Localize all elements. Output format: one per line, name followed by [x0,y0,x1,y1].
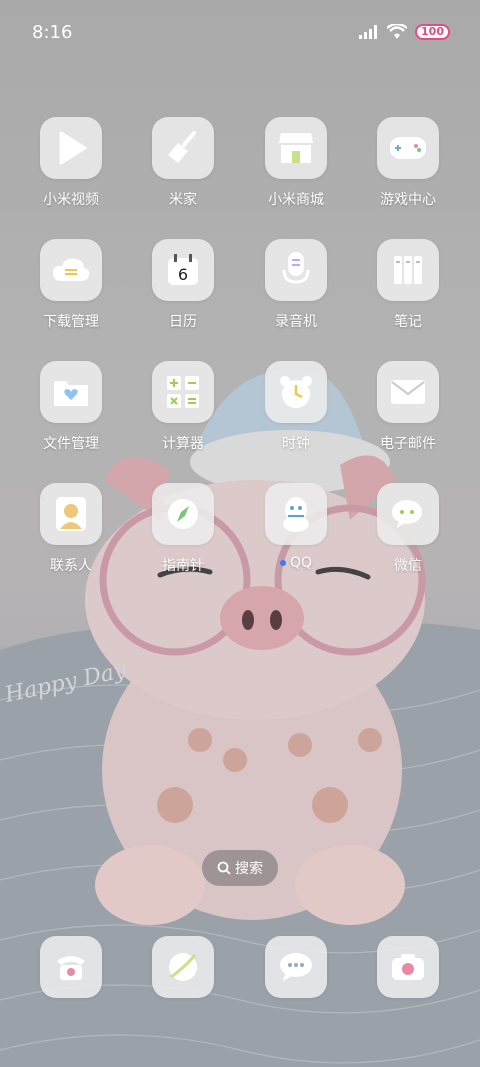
microphone-icon [265,239,327,301]
app-download-manager[interactable]: 下载管理 [15,239,127,331]
store-icon [265,117,327,179]
search-button[interactable]: 搜索 [202,850,278,886]
app-email[interactable]: 电子邮件 [352,361,464,453]
compass-icon [152,483,214,545]
app-qq[interactable]: QQ [240,483,352,571]
app-mi-store[interactable]: 小米商城 [240,117,352,209]
app-recorder[interactable]: 录音机 [240,239,352,331]
battery-indicator: 100 [415,24,450,40]
app-label: 下载管理 [43,314,99,330]
app-label: 指南针 [162,558,204,574]
wifi-icon [387,24,408,39]
wechat-icon [377,483,439,545]
app-notes[interactable]: 笔记 [352,239,464,331]
browser-icon [152,936,214,998]
app-calculator[interactable]: 计算器 [127,361,239,453]
gamepad-icon [377,117,439,179]
app-contacts[interactable]: 联系人 [15,483,127,575]
home-screen: Happy Day 8:16 100 小米视频 米家 小米商城 游戏中心 下载管… [0,0,480,1067]
app-label: 录音机 [275,314,317,330]
message-icon [265,936,327,998]
app-label: 时钟 [282,436,310,452]
app-clock[interactable]: 时钟 [240,361,352,453]
app-label: 计算器 [162,436,204,452]
dock-messages[interactable] [240,936,352,998]
app-label: 小米商城 [268,192,324,208]
dock-phone[interactable] [15,936,127,998]
app-file-manager[interactable]: 文件管理 [15,361,127,453]
app-label: 微信 [394,558,422,574]
app-label: 笔记 [394,314,422,330]
contact-person-icon [40,483,102,545]
status-time: 8:16 [32,22,73,43]
app-label: 游戏中心 [380,192,436,208]
app-label: 联系人 [50,558,92,574]
notes-icon [377,239,439,301]
app-calendar[interactable]: 6 日历 [127,239,239,331]
cloud-download-icon [40,239,102,301]
app-mi-video[interactable]: 小米视频 [15,117,127,209]
notification-dot [279,560,286,566]
calculator-icon [152,361,214,423]
app-compass[interactable]: 指南针 [127,483,239,575]
folder-heart-icon [40,361,102,423]
app-label: QQ [289,555,313,571]
signal-icon [359,25,378,39]
envelope-icon [377,361,439,423]
status-bar: 8:16 100 [0,0,480,66]
status-icons: 100 [359,24,450,40]
phone-icon [40,936,102,998]
app-wechat[interactable]: 微信 [352,483,464,575]
qq-penguin-icon [265,483,327,545]
app-label: 米家 [169,192,197,208]
search-icon [217,861,231,875]
broom-icon [152,117,214,179]
play-icon [40,117,102,179]
app-label: 文件管理 [43,436,99,452]
svg-text:6: 6 [178,265,188,284]
app-label: 小米视频 [43,192,99,208]
app-label: 日历 [169,314,197,330]
app-label-with-dot: QQ [240,555,352,571]
calendar-icon: 6 [152,239,214,301]
dock-browser[interactable] [127,936,239,998]
app-game-center[interactable]: 游戏中心 [352,117,464,209]
app-mijia[interactable]: 米家 [127,117,239,209]
camera-icon [377,936,439,998]
app-label: 电子邮件 [380,436,436,452]
search-label: 搜索 [235,861,263,877]
dock-camera[interactable] [352,936,464,998]
dock [0,936,480,998]
alarm-clock-icon [265,361,327,423]
